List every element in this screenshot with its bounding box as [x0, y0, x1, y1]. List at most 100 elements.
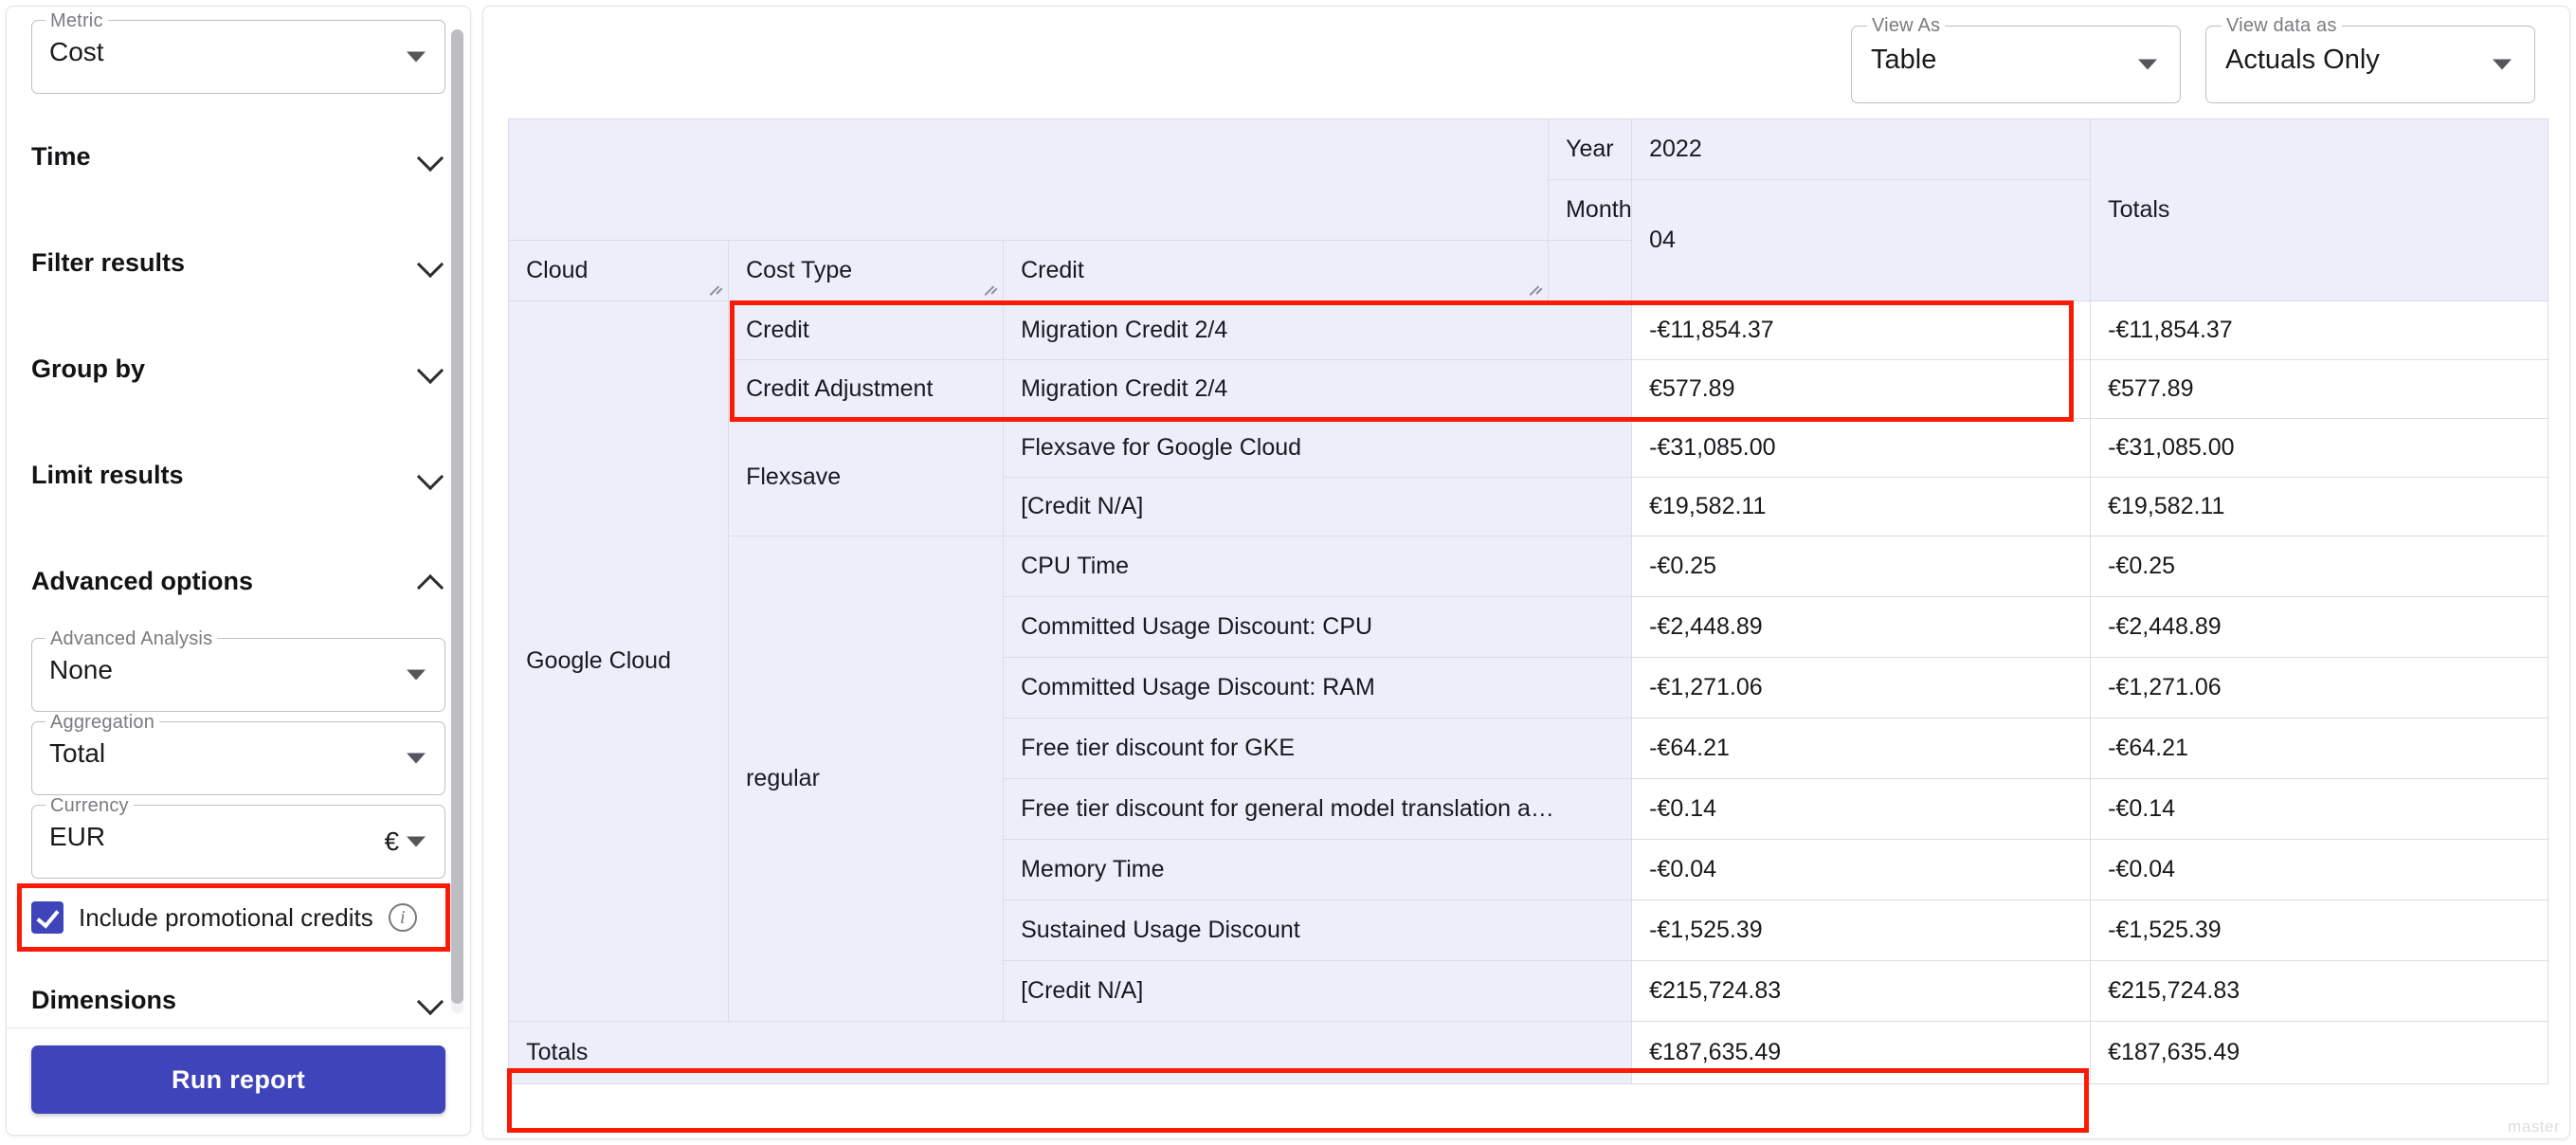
row-cost-type: regular — [728, 536, 1005, 1022]
run-report-button[interactable]: Run report — [31, 1045, 446, 1114]
aggregation-value: Total — [49, 738, 106, 768]
row-credit: [Credit N/A] — [1003, 477, 1633, 536]
sidebar-section-time[interactable]: Time — [31, 103, 445, 209]
aggregation-legend: Aggregation — [45, 713, 160, 732]
sidebar-section-group-by[interactable]: Group by — [31, 316, 445, 422]
include-promotional-credits-row[interactable]: Include promotional credits i — [16, 883, 451, 952]
row-credit: Committed Usage Discount: CPU — [1003, 596, 1633, 658]
chevron-down-icon[interactable] — [417, 248, 445, 277]
currency-symbol: € — [384, 827, 400, 856]
sidebar-section-limit-results-label: Limit results — [31, 460, 184, 489]
row-value: -€11,854.37 — [1631, 300, 2092, 360]
column-header-credit[interactable]: Credit — [1003, 240, 1550, 301]
sidebar-section-filter-results[interactable]: Filter results — [31, 209, 445, 316]
view-as-value: Table — [1871, 45, 1937, 75]
metric-legend: Metric — [45, 11, 108, 30]
chevron-down-icon[interactable] — [2138, 59, 2157, 70]
resize-grip-icon[interactable] — [984, 283, 999, 299]
chevron-down-icon[interactable] — [407, 836, 426, 847]
row-total: -€1,525.39 — [2090, 900, 2549, 961]
row-credit: Migration Credit 2/4 — [1003, 300, 1633, 360]
row-credit: Memory Time — [1003, 839, 1633, 900]
chevron-down-icon[interactable] — [417, 986, 445, 1014]
row-cost-type: Credit Adjustment — [728, 359, 1005, 419]
column-header-cloud-label: Cloud — [526, 257, 589, 283]
view-as-select[interactable]: View As Table — [1851, 16, 2181, 103]
axis-header-month: Month — [1548, 179, 1633, 241]
row-value: -€1,525.39 — [1631, 900, 2092, 961]
row-credit: CPU Time — [1003, 536, 1633, 597]
row-value: €215,724.83 — [1631, 960, 2092, 1022]
row-value: €19,582.11 — [1631, 477, 2092, 536]
sidebar-section-time-label: Time — [31, 141, 91, 171]
advanced-analysis-legend: Advanced Analysis — [45, 629, 218, 648]
row-value: -€31,085.00 — [1631, 418, 2092, 478]
table-row: Flexsave Flexsave for Google Cloud -€31,… — [509, 418, 2549, 536]
chevron-down-icon[interactable] — [407, 753, 426, 764]
totals-row-total: €187,635.49 — [2090, 1021, 2549, 1084]
aggregation-select[interactable]: Aggregation Total — [31, 713, 446, 795]
build-watermark: master — [2508, 1118, 2560, 1136]
sidebar-scroll-area: Metric Cost Time Filter results Group by… — [7, 7, 470, 1027]
row-value: -€0.25 — [1631, 536, 2092, 597]
year-value-header: 2022 — [1631, 118, 2092, 180]
info-icon[interactable]: i — [388, 903, 417, 932]
row-total: €19,582.11 — [2090, 477, 2549, 536]
chevron-down-icon[interactable] — [407, 51, 426, 63]
row-total: -€2,448.89 — [2090, 596, 2549, 658]
report-main-panel: View As Table View data as Actuals Only — [482, 6, 2570, 1139]
metric-value: Cost — [49, 37, 104, 66]
row-value: -€64.21 — [1631, 718, 2092, 779]
sidebar-section-dimensions-label: Dimensions — [31, 985, 177, 1014]
sidebar-section-advanced-options[interactable]: Advanced options — [31, 528, 445, 634]
metric-select[interactable]: Metric Cost — [31, 11, 446, 94]
column-header-credit-label: Credit — [1021, 257, 1084, 283]
advanced-options-panel: Advanced Analysis None Aggregation Total… — [16, 629, 451, 952]
report-config-sidebar: Metric Cost Time Filter results Group by… — [6, 6, 472, 1136]
table-header-row-year: Year 2022 Totals — [508, 118, 2549, 301]
row-total: -€0.14 — [2090, 778, 2549, 840]
include-promotional-credits-label: Include promotional credits — [79, 902, 373, 932]
chevron-down-icon[interactable] — [417, 142, 445, 171]
column-header-cost-type[interactable]: Cost Type — [728, 240, 1005, 301]
row-total: -€64.21 — [2090, 718, 2549, 779]
totals-row-label: Totals — [508, 1021, 1633, 1084]
row-value: -€2,448.89 — [1631, 596, 2092, 658]
month-value-header: 04 — [1631, 179, 2092, 301]
view-data-as-legend: View data as — [2222, 16, 2342, 35]
chevron-down-icon[interactable] — [417, 354, 445, 383]
view-data-as-select[interactable]: View data as Actuals Only — [2205, 16, 2535, 103]
sidebar-scrollbar-thumb[interactable] — [451, 29, 464, 1004]
pivot-table: Year 2022 Totals Month 04 Cloud Cost Typ… — [508, 118, 2549, 1084]
report-toolbar: View As Table View data as Actuals Only — [483, 7, 2569, 118]
chevron-up-icon[interactable] — [417, 567, 445, 595]
column-header-cloud[interactable]: Cloud — [508, 240, 730, 301]
sidebar-section-filter-results-label: Filter results — [31, 247, 186, 277]
sidebar-section-dimensions[interactable]: Dimensions — [31, 947, 445, 1027]
row-value: -€1,271.06 — [1631, 657, 2092, 718]
row-value: -€0.04 — [1631, 839, 2092, 900]
sidebar-section-group-by-label: Group by — [31, 354, 145, 383]
advanced-analysis-value: None — [49, 655, 113, 684]
sidebar-section-limit-results[interactable]: Limit results — [31, 422, 445, 528]
resize-grip-icon[interactable] — [709, 283, 724, 299]
pivot-table-container: Year 2022 Totals Month 04 Cloud Cost Typ… — [507, 118, 2549, 1133]
resize-grip-icon[interactable] — [1529, 283, 1544, 299]
currency-select[interactable]: Currency EUR € — [31, 796, 446, 879]
table-totals-row: Totals €187,635.49 €187,635.49 — [508, 1021, 2549, 1084]
totals-column-header: Totals — [2090, 118, 2549, 301]
row-value: -€0.14 — [1631, 778, 2092, 840]
row-group-cloud: Google Cloud — [508, 300, 730, 1022]
chevron-down-icon[interactable] — [417, 461, 445, 489]
row-total: -€31,085.00 — [2090, 418, 2549, 478]
row-total: €215,724.83 — [2090, 960, 2549, 1022]
row-credit: Free tier discount for general model tra… — [1003, 778, 1633, 840]
chevron-down-icon[interactable] — [407, 669, 426, 681]
column-header-cost-type-label: Cost Type — [746, 257, 853, 283]
row-credit: Flexsave for Google Cloud — [1003, 418, 1633, 478]
row-credit: Sustained Usage Discount — [1003, 900, 1633, 961]
view-as-legend: View As — [1867, 16, 1946, 35]
advanced-analysis-select[interactable]: Advanced Analysis None — [31, 629, 446, 712]
include-promotional-credits-checkbox[interactable] — [31, 901, 63, 934]
chevron-down-icon[interactable] — [2493, 59, 2512, 70]
